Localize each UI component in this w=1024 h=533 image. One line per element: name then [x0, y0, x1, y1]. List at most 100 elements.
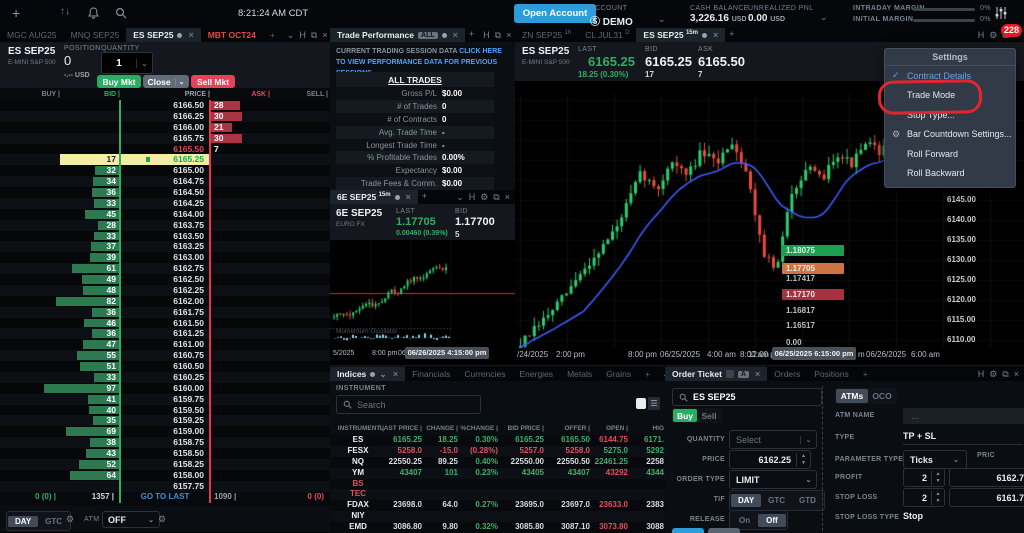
dom-row[interactable]: 52 6158.25 — [0, 458, 330, 470]
dom-bid-cell[interactable] — [60, 144, 120, 155]
dom-price-cell[interactable]: 6160.25 — [120, 372, 210, 383]
secondary-button-cut[interactable] — [708, 528, 740, 533]
profit-stepper[interactable]: ▲ ▼ — [931, 470, 944, 485]
dom-price-cell[interactable]: 6164.50 — [120, 187, 210, 198]
tab--[interactable]: + — [263, 28, 282, 42]
dom-ask-cell[interactable] — [210, 383, 270, 394]
tif-toggle[interactable]: DAY GTC — [6, 511, 72, 531]
tab-trade-performance[interactable]: Trade Performance ALL × — [330, 28, 465, 42]
indices-row[interactable]: ES 6165.25 18.25 0.30% 6165.25 6165.50 6144.75… — [330, 435, 665, 446]
popout-icon[interactable]: ⧉ — [311, 30, 317, 40]
menu-item-roll-backward[interactable]: Roll Backward — [885, 164, 1015, 184]
dom-row[interactable]: 51 6160.50 — [0, 361, 330, 372]
dom-bid-cell[interactable]: 49 — [60, 274, 120, 285]
dom-ask-cell[interactable] — [210, 350, 270, 361]
dom-ask-cell[interactable] — [210, 448, 270, 459]
quantity-select[interactable]: Select ⌄ — [729, 430, 817, 449]
indices-row[interactable]: NIY — [330, 511, 665, 523]
tif-gtc[interactable]: GTC — [761, 494, 792, 507]
indices-row[interactable]: FDAX 23698.0 64.0 0.27% 23695.0 23697.0 23633.… — [330, 500, 665, 512]
dom-bid-cell[interactable]: 47 — [60, 339, 120, 350]
dom-price-cell[interactable]: 6166.50 — [120, 100, 210, 111]
dom-ask-cell[interactable] — [210, 198, 270, 209]
tab--[interactable]: + — [638, 367, 657, 381]
dom-ask-cell[interactable] — [210, 231, 270, 242]
tab-6e-sep25[interactable]: 6E SEP25 15m × — [330, 190, 418, 204]
dom-price-cell[interactable]: 6158.50 — [120, 448, 210, 459]
add-tab-icon[interactable]: + — [729, 30, 734, 40]
close-icon[interactable]: × — [505, 192, 510, 202]
dom-price-cell[interactable]: 6159.25 — [120, 415, 210, 426]
dom-bid-cell[interactable]: 36 — [60, 307, 120, 318]
dom-row[interactable]: 46 6161.50 — [0, 317, 330, 329]
dom-row[interactable]: 6165.75 30 — [0, 132, 330, 144]
go-to-last-link[interactable]: GO TO LAST — [122, 492, 208, 501]
atm-gear-icon[interactable]: ⚙ — [158, 515, 166, 524]
dom-price-cell[interactable]: 6164.75 — [120, 176, 210, 187]
tab-positions[interactable]: Positions — [807, 367, 856, 381]
bell-icon[interactable] — [88, 6, 99, 24]
chevron-icon[interactable]: ⌄ — [456, 192, 464, 202]
dom-bid-cell[interactable]: 69 — [60, 426, 120, 437]
dom-row[interactable]: 55 6160.75 — [0, 350, 330, 361]
dom-row[interactable]: 17 6165.25 — [0, 154, 330, 166]
quantity-chevron-icon[interactable]: ⌄ — [136, 58, 152, 68]
indices-search-input[interactable]: Search — [336, 395, 481, 414]
dom-price-cell[interactable]: 6157.75 — [120, 481, 210, 492]
dom-bid-cell[interactable] — [60, 133, 120, 144]
indices-row[interactable]: FESX 5258.0 -15.0 (0.28%) 5257.0 5258.0 5275.0… — [330, 445, 665, 457]
stop-stepper[interactable]: ▲ ▼ — [931, 490, 944, 505]
close-icon[interactable]: × — [188, 30, 193, 40]
dom-row[interactable]: 6166.00 21 — [0, 121, 330, 133]
dom-row[interactable]: 40 6159.50 — [0, 404, 330, 416]
close-icon[interactable]: × — [713, 30, 718, 40]
dom-ask-cell[interactable] — [210, 241, 270, 252]
hide-icon[interactable]: H — [978, 30, 985, 40]
dom-price-cell[interactable]: 6163.50 — [120, 231, 210, 242]
dom-price-cell[interactable]: 6159.00 — [120, 426, 210, 437]
dom-bid-cell[interactable]: 32 — [60, 165, 120, 176]
profit-price-field[interactable]: 6162.7 — [949, 468, 1024, 487]
search-icon[interactable] — [115, 6, 127, 24]
dom-price-cell[interactable]: 6166.25 — [120, 111, 210, 122]
atm-dropdown[interactable]: OFF ⌄ — [102, 511, 160, 528]
dom-price-cell[interactable]: 6158.75 — [120, 437, 210, 448]
buy-mkt-button[interactable]: Buy Mkt — [97, 75, 141, 88]
dom-ask-cell[interactable] — [210, 296, 270, 307]
dom-bid-cell[interactable]: 34 — [60, 176, 120, 187]
gear-icon[interactable]: ⚙ — [480, 192, 488, 202]
dom-ask-cell[interactable]: 30 — [210, 133, 270, 144]
dom-ask-cell[interactable] — [210, 328, 270, 339]
dom-row[interactable]: 33 6163.50 — [0, 230, 330, 242]
release-on[interactable]: On — [731, 514, 758, 527]
dom-price-cell[interactable]: 6159.50 — [120, 405, 210, 416]
dom-bid-cell[interactable]: 17 — [60, 154, 120, 166]
dom-ask-cell[interactable] — [210, 339, 270, 350]
dom-bid-cell[interactable] — [60, 111, 120, 122]
dom-price-cell[interactable]: 6162.25 — [120, 285, 210, 296]
tif-day[interactable]: DAY — [731, 494, 762, 507]
atm-name-field[interactable]: ... — [903, 408, 1024, 424]
tab-grains[interactable]: Grains — [599, 367, 638, 381]
release-segment[interactable]: On Off — [729, 510, 788, 530]
dom-ask-cell[interactable] — [210, 394, 270, 405]
indices-row[interactable]: NQ 22550.25 89.25 0.40% 22550.00 22550.50 2246… — [330, 456, 665, 468]
dom-row[interactable]: 39 6163.00 — [0, 252, 330, 264]
tab-energies[interactable]: Energies — [513, 367, 561, 381]
dom-ask-cell[interactable] — [210, 220, 270, 231]
tif-gear-icon[interactable]: ⚙ — [66, 515, 74, 524]
dom-ask-cell[interactable] — [210, 415, 270, 426]
parameter-type-select[interactable]: Ticks ⌄ — [903, 450, 967, 469]
dom-row[interactable]: 6166.25 30 — [0, 110, 330, 122]
dom-bid-cell[interactable] — [60, 481, 120, 492]
open-account-button[interactable]: Open Account — [514, 4, 596, 23]
tab-indices[interactable]: Indices ⌄ × — [330, 367, 406, 381]
dom-bid-cell[interactable]: 35 — [60, 415, 120, 426]
dom-bid-cell[interactable]: 46 — [60, 318, 120, 329]
dom-row[interactable]: 35 6159.25 — [0, 415, 330, 427]
quantity-stepper[interactable]: 1 ⌄ — [101, 52, 153, 74]
dom-price-cell[interactable]: 6165.75 — [120, 133, 210, 144]
dom-bid-cell[interactable]: 37 — [60, 241, 120, 252]
tab--[interactable]: + — [856, 367, 875, 381]
dom-row[interactable]: 45 6164.00 — [0, 208, 330, 220]
